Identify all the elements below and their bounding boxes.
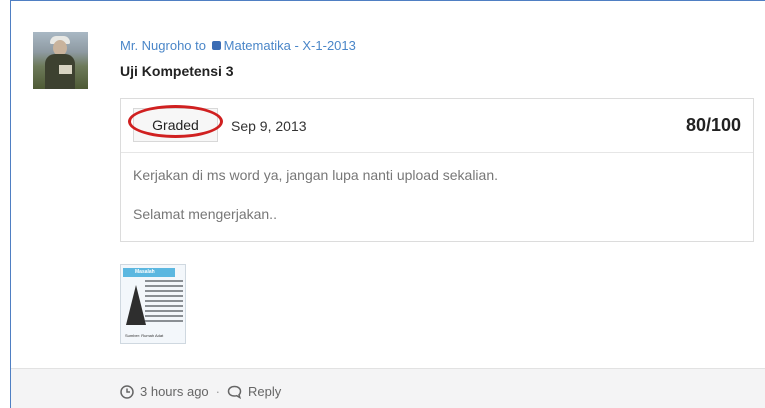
clock-icon (120, 384, 134, 399)
post-title: Uji Kompetensi 3 (120, 63, 234, 79)
assignment-card: Graded Sep 9, 2013 80/100 Kerjakan di ms… (120, 98, 754, 242)
avatar[interactable] (33, 32, 88, 89)
assignment-score: 80/100 (685, 115, 741, 135)
assignment-body: Kerjakan di ms word ya, jangan lupa nant… (133, 167, 498, 245)
attachment-image (126, 285, 146, 325)
to-label: to (195, 38, 207, 53)
class-link[interactable]: Matematika - X-1-2013 (224, 38, 356, 53)
post-time[interactable]: 3 hours ago (140, 384, 209, 399)
attachment-thumbnail[interactable]: Masalah Sumber: Rumah Adat (120, 264, 186, 344)
body-line: Kerjakan di ms word ya, jangan lupa nant… (133, 167, 499, 183)
post-footer: 3 hours ago · Reply (11, 368, 765, 408)
attachment-caption: Sumber: Rumah Adat (125, 333, 164, 338)
attachment-banner: Masalah (123, 268, 175, 277)
reply-link[interactable]: Reply (248, 384, 281, 399)
post-card: Mr. Nugroho to Matematika - X-1-2013 Uji… (10, 0, 765, 408)
post-meta: Mr. Nugroho to Matematika - X-1-2013 (120, 38, 356, 53)
body-line: Selamat mengerjakan.. (133, 206, 277, 222)
avatar-book (59, 65, 72, 74)
class-icon (211, 41, 221, 50)
reply-icon[interactable] (227, 385, 242, 399)
author-link[interactable]: Mr. Nugroho (120, 38, 192, 53)
assignment-date: Sep 9, 2013 (231, 118, 307, 134)
graded-button[interactable]: Graded (133, 108, 218, 142)
separator: · (215, 384, 221, 399)
assignment-header: Graded Sep 9, 2013 80/100 (121, 99, 753, 153)
attachment-text (145, 280, 183, 325)
